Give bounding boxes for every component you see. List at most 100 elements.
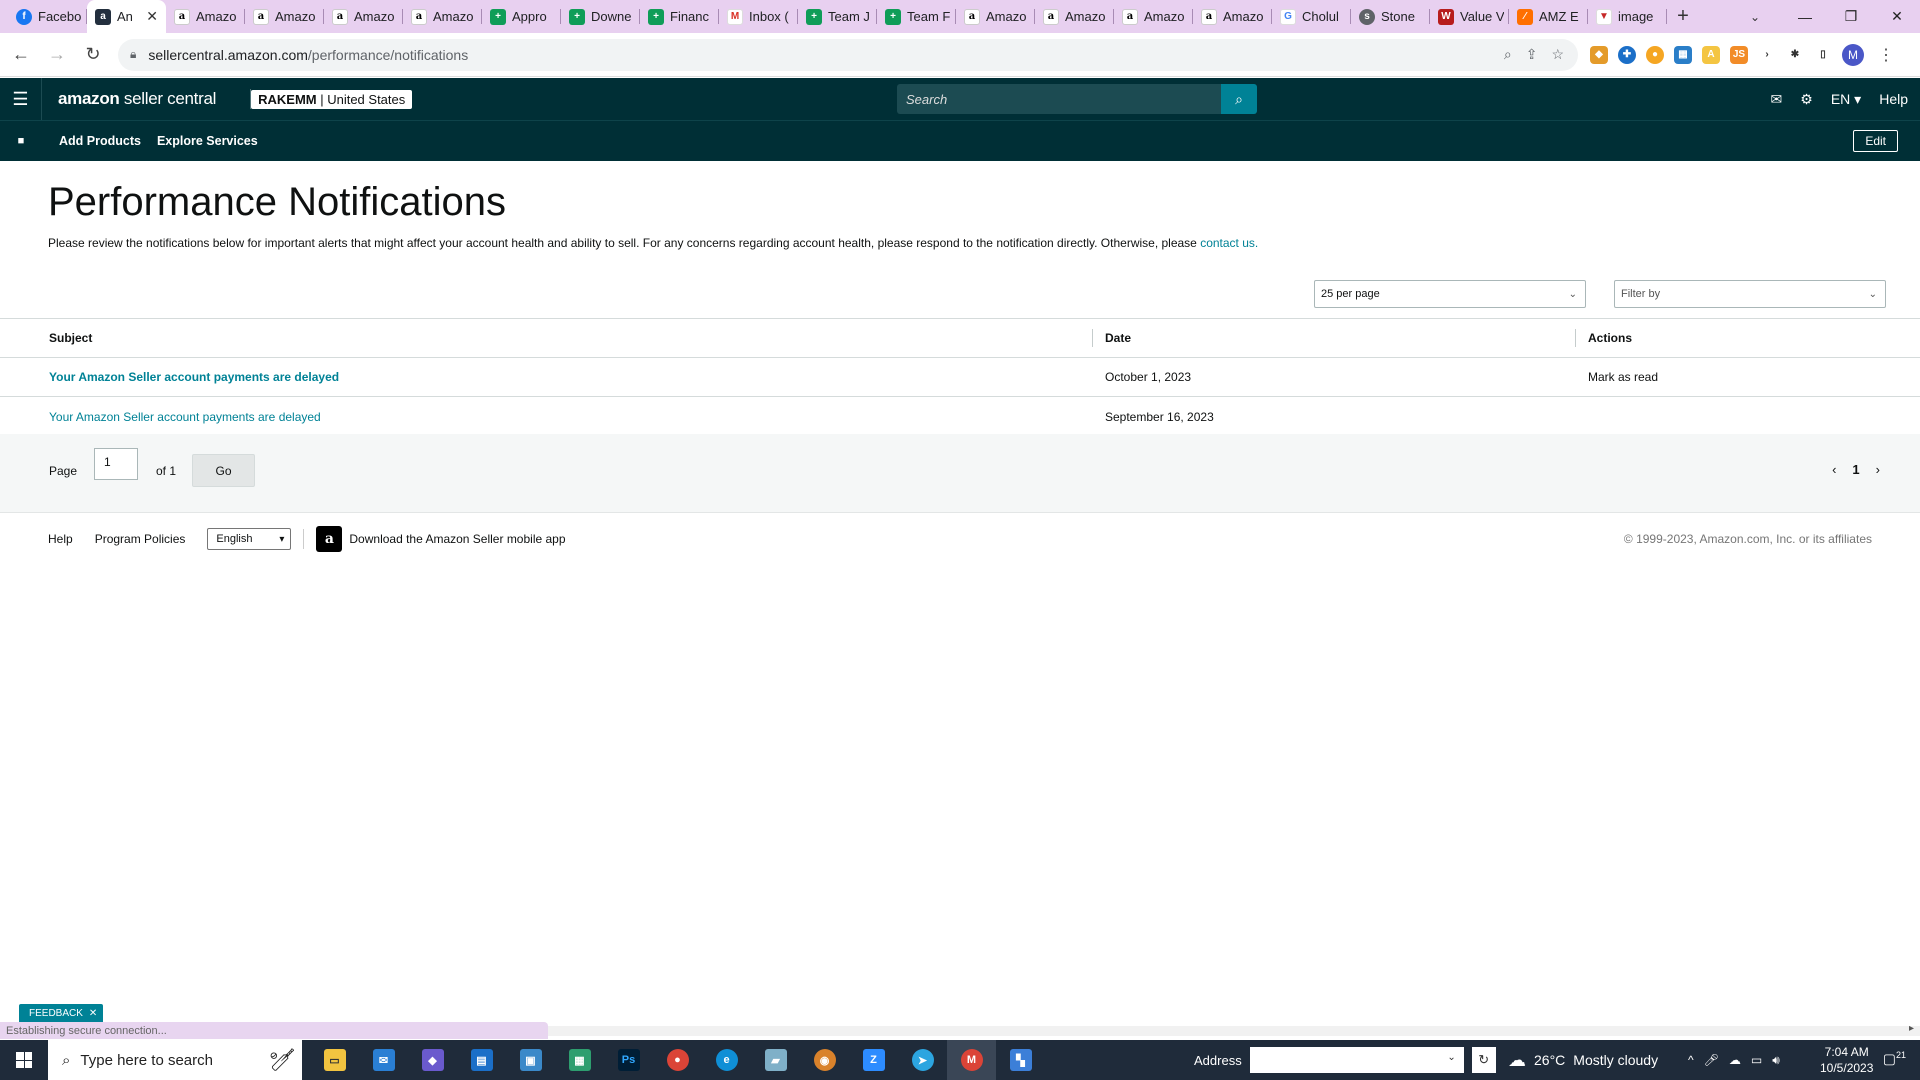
back-icon[interactable]: ← <box>6 40 36 70</box>
close-icon[interactable]: ✕ <box>146 8 158 25</box>
notification-center-icon[interactable]: ▢21 <box>1883 1050 1906 1068</box>
hamburger-menu-icon[interactable]: ☰ <box>0 78 42 120</box>
tab-image[interactable]: ▼ image <box>1588 0 1667 33</box>
app-icon[interactable]: ▰ <box>751 1040 800 1080</box>
tab-amazon[interactable]: a Amazo <box>245 0 324 33</box>
tab-sheets[interactable]: + Team F <box>877 0 956 33</box>
chrome-icon[interactable]: ● <box>653 1040 702 1080</box>
footer-language-select[interactable]: English ▾ <box>207 528 292 550</box>
tab-amazon[interactable]: a Amazo <box>956 0 1035 33</box>
network-icon[interactable]: ▭ <box>1751 1053 1762 1067</box>
search-input[interactable]: Search <box>897 84 1221 114</box>
explore-services-link[interactable]: Explore Services <box>157 134 258 148</box>
store-picker[interactable]: RAKEMM | United States <box>251 89 413 109</box>
extension-icon[interactable]: JS <box>1730 45 1748 64</box>
tab-amazon[interactable]: a Amazo <box>166 0 245 33</box>
extension-icon[interactable]: › <box>1758 45 1776 64</box>
tab-amazon[interactable]: a Amazo <box>1193 0 1272 33</box>
tab-gmail[interactable]: M Inbox ( <box>719 0 798 33</box>
tab-amazon[interactable]: a Amazo <box>1114 0 1193 33</box>
address-bar[interactable]: 🔒︎ sellercentral.amazon.com/performance/… <box>118 38 1578 71</box>
tab-value[interactable]: W Value V <box>1430 0 1509 33</box>
seller-central-logo[interactable]: amazon seller central <box>58 89 216 109</box>
edit-button[interactable]: Edit <box>1853 130 1898 152</box>
app-icon[interactable]: ◉ <box>800 1040 849 1080</box>
file-explorer-icon[interactable]: ▭ <box>310 1040 359 1080</box>
telegram-icon[interactable]: ➤ <box>898 1040 947 1080</box>
app-icon[interactable]: ▚ <box>996 1040 1045 1080</box>
language-selector[interactable]: EN ▾ <box>1831 91 1861 108</box>
tab-amz-e[interactable]: ⁄ AMZ E <box>1509 0 1588 33</box>
chevron-right-icon[interactable]: › <box>1876 462 1880 477</box>
tab-stone[interactable]: s Stone <box>1351 0 1430 33</box>
tab-facebook[interactable]: f Facebo <box>8 0 87 33</box>
footer-help-link[interactable]: Help <box>48 532 73 546</box>
profile-avatar[interactable]: M <box>1842 43 1864 66</box>
reload-icon[interactable]: ↻ <box>78 40 108 70</box>
tab-sheets[interactable]: + Appro <box>482 0 561 33</box>
extension-icon[interactable]: ● <box>1646 45 1664 64</box>
filter-select[interactable]: Filter by ⌄ <box>1614 280 1886 308</box>
help-link[interactable]: Help <box>1879 91 1908 107</box>
bookmark-icon[interactable]: ■ <box>0 135 42 147</box>
zoom-icon[interactable]: ⌕ <box>1504 46 1512 63</box>
tab-google[interactable]: G Cholul <box>1272 0 1351 33</box>
tab-amazon[interactable]: a Amazo <box>1035 0 1114 33</box>
close-icon[interactable]: ✕ <box>89 1008 97 1019</box>
notification-subject-link[interactable]: Your Amazon Seller account payments are … <box>49 370 339 384</box>
search-button[interactable]: ⌕ <box>1221 84 1257 114</box>
share-icon[interactable]: ⇪ <box>1526 46 1538 63</box>
calculator-icon[interactable]: ▦ <box>555 1040 604 1080</box>
menu-kebab-icon[interactable]: ⋮ <box>1878 45 1894 65</box>
weather-widget[interactable]: ☁ 26°C Mostly cloudy <box>1508 1040 1658 1080</box>
tab-search-icon[interactable]: ⌄ <box>1740 0 1770 33</box>
app-icon[interactable]: ▣ <box>506 1040 555 1080</box>
add-products-link[interactable]: Add Products <box>59 134 141 148</box>
extension-icon[interactable]: ◆ <box>1590 45 1608 64</box>
photoshop-icon[interactable]: Ps <box>604 1040 653 1080</box>
bookmark-star-icon[interactable]: ☆ <box>1551 46 1564 63</box>
volume-icon[interactable]: 🔊︎ <box>1772 1053 1780 1068</box>
go-button[interactable]: Go <box>192 454 255 487</box>
store-icon[interactable]: ▤ <box>457 1040 506 1080</box>
onedrive-icon[interactable]: ☁ <box>1729 1053 1741 1067</box>
program-policies-link[interactable]: Program Policies <box>95 532 186 546</box>
app-icon[interactable]: ◆ <box>408 1040 457 1080</box>
microphone-icon[interactable]: 🎤︎ <box>1704 1053 1719 1067</box>
per-page-select[interactable]: 25 per page ⌄ <box>1314 280 1586 308</box>
mail-app-icon[interactable]: ✉ <box>359 1040 408 1080</box>
horizontal-scrollbar[interactable] <box>548 1023 1920 1036</box>
mail-icon[interactable]: ✉ <box>1771 91 1783 108</box>
zoom-app-icon[interactable]: Z <box>849 1040 898 1080</box>
page-input[interactable]: 1 <box>94 448 138 480</box>
tab-sheets[interactable]: + Team J <box>798 0 877 33</box>
edge-icon[interactable]: e <box>702 1040 751 1080</box>
restore-icon[interactable]: ❐ <box>1828 0 1874 33</box>
chrome-profile-icon[interactable]: M <box>947 1040 996 1080</box>
notification-subject-link[interactable]: Your Amazon Seller account payments are … <box>49 410 321 424</box>
taskbar-search[interactable]: ⌕ Type here to search 🏏︎ <box>48 1040 302 1080</box>
chevron-left-icon[interactable]: ‹ <box>1832 462 1836 477</box>
tab-sheets[interactable]: + Financ <box>640 0 719 33</box>
download-app-link[interactable]: Download the Amazon Seller mobile app <box>349 532 565 546</box>
windows-start-button[interactable] <box>0 1040 48 1080</box>
clock[interactable]: 7:04 AM 10/5/2023 <box>1820 1044 1873 1076</box>
tab-amazon[interactable]: a Amazo <box>403 0 482 33</box>
amazon-app-icon[interactable]: a <box>316 526 343 552</box>
contact-us-link[interactable]: contact us. <box>1200 236 1258 250</box>
mark-as-read-link[interactable]: Mark as read <box>1575 358 1920 396</box>
gear-icon[interactable]: ⚙ <box>1800 91 1813 108</box>
minimize-icon[interactable]: — <box>1782 0 1828 33</box>
tab-sheets[interactable]: + Downe <box>561 0 640 33</box>
tab-amazon[interactable]: a Amazo <box>324 0 403 33</box>
extension-icon[interactable]: ▦ <box>1674 45 1692 64</box>
taskbar-address-input[interactable]: ⌄ <box>1249 1047 1464 1073</box>
refresh-icon[interactable]: ↻ <box>1471 1047 1496 1073</box>
chevron-up-icon[interactable]: ^ <box>1688 1053 1694 1067</box>
extension-icon[interactable]: ✚ <box>1618 45 1636 64</box>
window-close-icon[interactable]: ✕ <box>1874 0 1920 33</box>
forward-icon[interactable]: → <box>42 40 72 70</box>
side-panel-icon[interactable]: ▯ <box>1814 45 1832 64</box>
extension-icon[interactable]: A <box>1702 45 1720 64</box>
tab-amazon-active[interactable]: a An ✕ <box>87 0 166 33</box>
